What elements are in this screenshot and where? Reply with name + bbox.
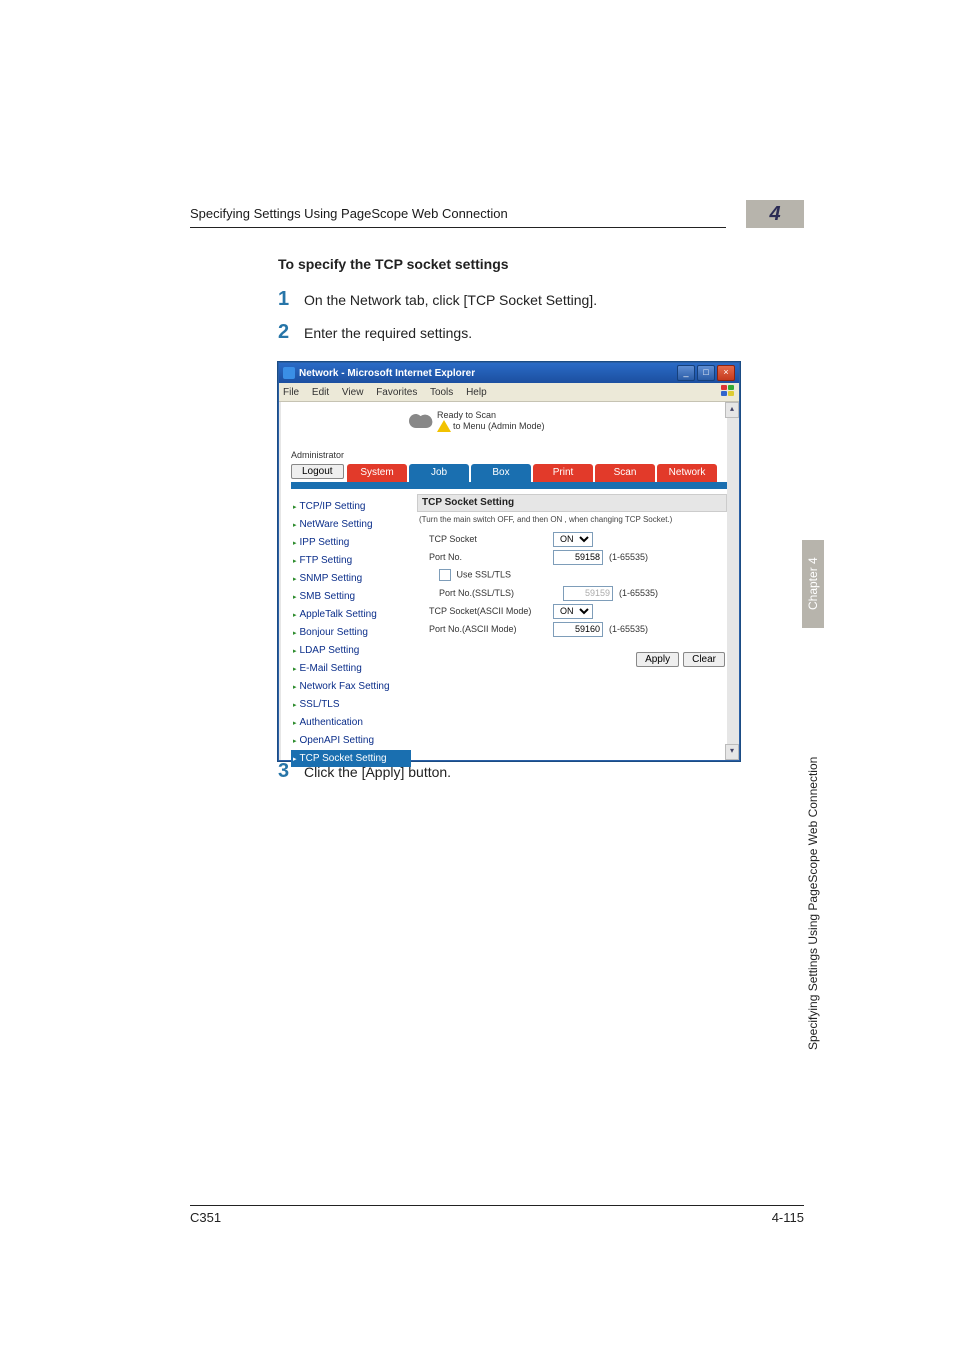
step-text: Enter the required settings. [304,325,472,341]
window-titlebar: Network - Microsoft Internet Explorer _ … [279,363,739,383]
label-tcp-socket: TCP Socket [417,534,553,544]
menu-tools[interactable]: Tools [430,387,453,398]
apply-button[interactable]: Apply [636,652,679,667]
tab-strip [291,482,727,489]
tab-print[interactable]: Print [533,464,593,482]
sidebar: TCP/IP Setting NetWare Setting IPP Setti… [291,498,411,768]
step-1: 1 On the Network tab, click [TCP Socket … [278,288,738,311]
device-status: Ready to Scan to Menu (Admin Mode) [409,410,545,432]
status-line-2: to Menu (Admin Mode) [453,421,545,431]
sidebar-item-ldap[interactable]: LDAP Setting [291,642,411,660]
tab-network[interactable]: Network [657,464,717,482]
menu-favorites[interactable]: Favorites [376,387,417,398]
screenshot-window: Network - Microsoft Internet Explorer _ … [278,362,740,761]
footer-left: C351 [190,1210,221,1225]
menu-file[interactable]: File [283,387,299,398]
checkbox-use-ssl[interactable] [439,569,451,581]
maximize-button[interactable]: □ [697,365,715,381]
running-header: Specifying Settings Using PageScope Web … [190,206,726,228]
step-number: 2 [278,321,304,344]
step-3: 3 Click the [Apply] button. [278,760,738,783]
footer-right: 4-115 [772,1210,804,1225]
logout-button[interactable]: Logout [291,464,344,479]
sidebar-item-ftp[interactable]: FTP Setting [291,552,411,570]
sidebar-item-appletalk[interactable]: AppleTalk Setting [291,606,411,624]
step-number: 1 [278,288,304,311]
sidebar-item-netware[interactable]: NetWare Setting [291,516,411,534]
step-text: Click the [Apply] button. [304,764,451,780]
input-port-ascii[interactable] [553,622,603,637]
side-section-label: Specifying Settings Using PageScope Web … [802,650,824,1050]
input-port-no[interactable] [553,550,603,565]
close-button[interactable]: × [717,365,735,381]
panel-hint: (Turn the main switch OFF, and then ON ,… [417,512,727,530]
sidebar-item-openapi[interactable]: OpenAPI Setting [291,732,411,750]
scrollbar-up[interactable]: ▴ [725,402,739,418]
range-port-ascii: (1-65535) [609,624,648,634]
tab-system[interactable]: System [347,464,407,482]
admin-label: Administrator [291,450,344,460]
ie-icon [283,367,295,379]
tab-scan[interactable]: Scan [595,464,655,482]
input-port-ssl [563,586,613,601]
sidebar-item-tcpip[interactable]: TCP/IP Setting [291,498,411,516]
sidebar-item-authentication[interactable]: Authentication [291,714,411,732]
menu-edit[interactable]: Edit [312,387,329,398]
sidebar-item-ipp[interactable]: IPP Setting [291,534,411,552]
tab-box[interactable]: Box [471,464,531,482]
sidebar-item-email[interactable]: E-Mail Setting [291,660,411,678]
menu-help[interactable]: Help [466,387,487,398]
settings-panel: TCP Socket Setting (Turn the main switch… [417,494,727,667]
select-tcp-socket[interactable]: ON [553,532,593,547]
range-port-ssl: (1-65535) [619,588,658,598]
label-port-ssl: Port No.(SSL/TLS) [417,588,563,598]
side-chapter-label: Chapter 4 [802,540,824,628]
scrollbar-down[interactable]: ▾ [725,744,739,760]
sidebar-item-networkfax[interactable]: Network Fax Setting [291,678,411,696]
sidebar-item-smb[interactable]: SMB Setting [291,588,411,606]
select-ascii-mode[interactable]: ON [553,604,593,619]
step-2: 2 Enter the required settings. [278,321,738,344]
sidebar-item-ssltls[interactable]: SSL/TLS [291,696,411,714]
section-title: To specify the TCP socket settings [278,256,509,272]
warning-icon [437,420,451,432]
range-port-no: (1-65535) [609,552,648,562]
step-number: 3 [278,760,304,783]
window-menubar: File Edit View Favorites Tools Help [279,383,739,402]
device-icon [409,414,433,428]
minimize-button[interactable]: _ [677,365,695,381]
menu-view[interactable]: View [342,387,364,398]
sidebar-item-snmp[interactable]: SNMP Setting [291,570,411,588]
chapter-number-box: 4 [746,200,804,228]
window-title: Network - Microsoft Internet Explorer [299,368,475,379]
label-use-ssl: Use SSL/TLS [457,569,512,579]
step-text: On the Network tab, click [TCP Socket Se… [304,292,597,308]
status-line-1: Ready to Scan [437,410,545,420]
panel-title: TCP Socket Setting [417,494,727,512]
label-ascii-mode: TCP Socket(ASCII Mode) [417,606,553,616]
windows-flag-icon [721,385,737,399]
label-port-no: Port No. [417,552,553,562]
sidebar-item-bonjour[interactable]: Bonjour Setting [291,624,411,642]
clear-button[interactable]: Clear [683,652,725,667]
label-port-ascii: Port No.(ASCII Mode) [417,624,553,634]
tab-job[interactable]: Job [409,464,469,482]
